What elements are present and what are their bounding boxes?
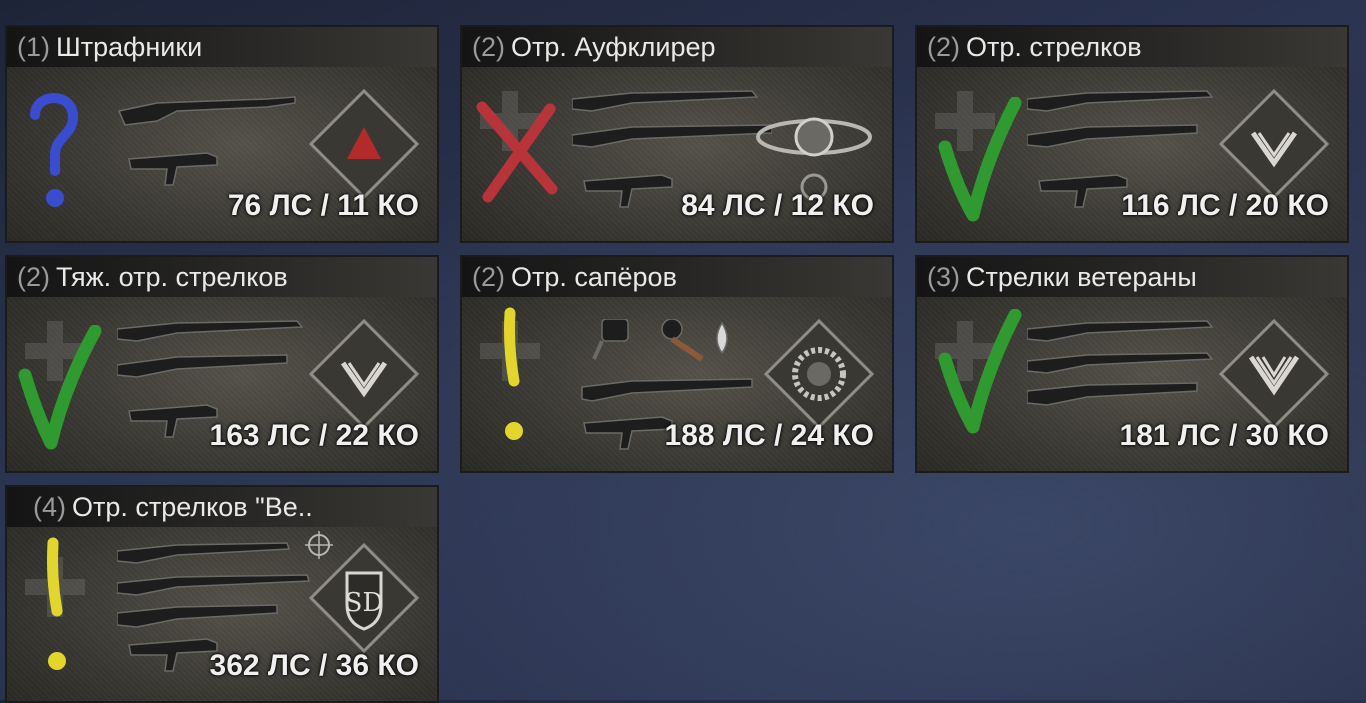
squad-card-saperov[interactable]: (2) Отр. сапёров 188 ЛС / 24 КО [460,255,894,473]
scout-clasp-icon [756,117,872,199]
squad-cost: 188 ЛС / 24 КО [664,419,874,452]
squad-title: (2) Отр. Ауфклирер [462,27,892,67]
squad-title: (3) Стрелки ветераны [917,257,1347,297]
squad-count: (2) [17,261,50,292]
squad-title: (2) Отр. стрелков [917,27,1347,67]
svg-text:SD: SD [345,588,384,618]
squad-count: (3) [927,261,960,292]
squad-cost: 84 ЛС / 12 КО [681,189,874,222]
squad-cost: 181 ЛС / 30 КО [1119,419,1329,452]
squad-name: Отр. сапёров [511,261,677,292]
rank-chevron-icon [309,319,419,429]
rank-chevron-icon [1219,89,1329,199]
squad-card-strelkov[interactable]: (2) Отр. стрелков 116 ЛС / 20 КО [915,25,1349,243]
squad-cost: 362 ЛС / 36 КО [209,649,419,682]
squad-name: Тяж. отр. стрелков [56,261,288,292]
squad-count: (2) [927,31,960,62]
squad-title: (2) Тяж. отр. стрелков [7,257,437,297]
question-mark-icon [30,93,79,207]
rank-chevron3-icon [1219,319,1329,429]
squad-count: (2) [472,261,505,292]
squad-title: (4) Отр. стрелков "Ве.. [7,487,437,527]
squad-card-heavy-strelkov[interactable]: (2) Тяж. отр. стрелков 163 ЛС / 22 КО [5,255,439,473]
squad-cost: 116 ЛС / 20 КО [1121,189,1329,222]
squad-count: (4) [33,491,66,522]
squad-card-veterans[interactable]: (3) Стрелки ветераны 181 ЛС / 30 КО [915,255,1349,473]
green-check-icon [938,309,1022,434]
squad-title: (1) Штрафники [7,27,437,67]
squad-card-strelkov-ve[interactable]: (4) Отр. стрелков "Ве.. SD 362 ЛС / 36 К… [5,485,439,703]
rank-triangle-icon [309,89,419,199]
squad-count: (1) [17,31,50,62]
squad-name: Отр. стрелков "Ве.. [72,491,313,522]
red-x-icon [476,101,558,203]
green-check-icon [18,325,102,450]
squad-name: Стрелки ветераны [966,261,1197,292]
squad-name: Отр. Ауфклирер [511,31,716,62]
squad-card-aufklarer[interactable]: (2) Отр. Ауфклирер 84 ЛС / 12 КО [460,25,894,243]
sd-emblem-icon: SD [309,543,419,653]
squad-cost: 76 ЛС / 11 КО [227,189,419,222]
squad-card-shtrafniki[interactable]: (1) Штрафники 76 ЛС / 11 КО [5,25,439,243]
squad-count: (2) [472,31,505,62]
yellow-exclaim-icon [504,307,523,440]
squad-cost: 163 ЛС / 22 КО [209,419,419,452]
green-check-icon [938,97,1022,222]
squad-name: Штрафники [56,31,203,62]
squad-name: Отр. стрелков [966,31,1142,62]
squad-title: (2) Отр. сапёров [462,257,892,297]
yellow-exclaim-icon [47,537,66,670]
pioneer-wreath-icon [764,319,874,429]
